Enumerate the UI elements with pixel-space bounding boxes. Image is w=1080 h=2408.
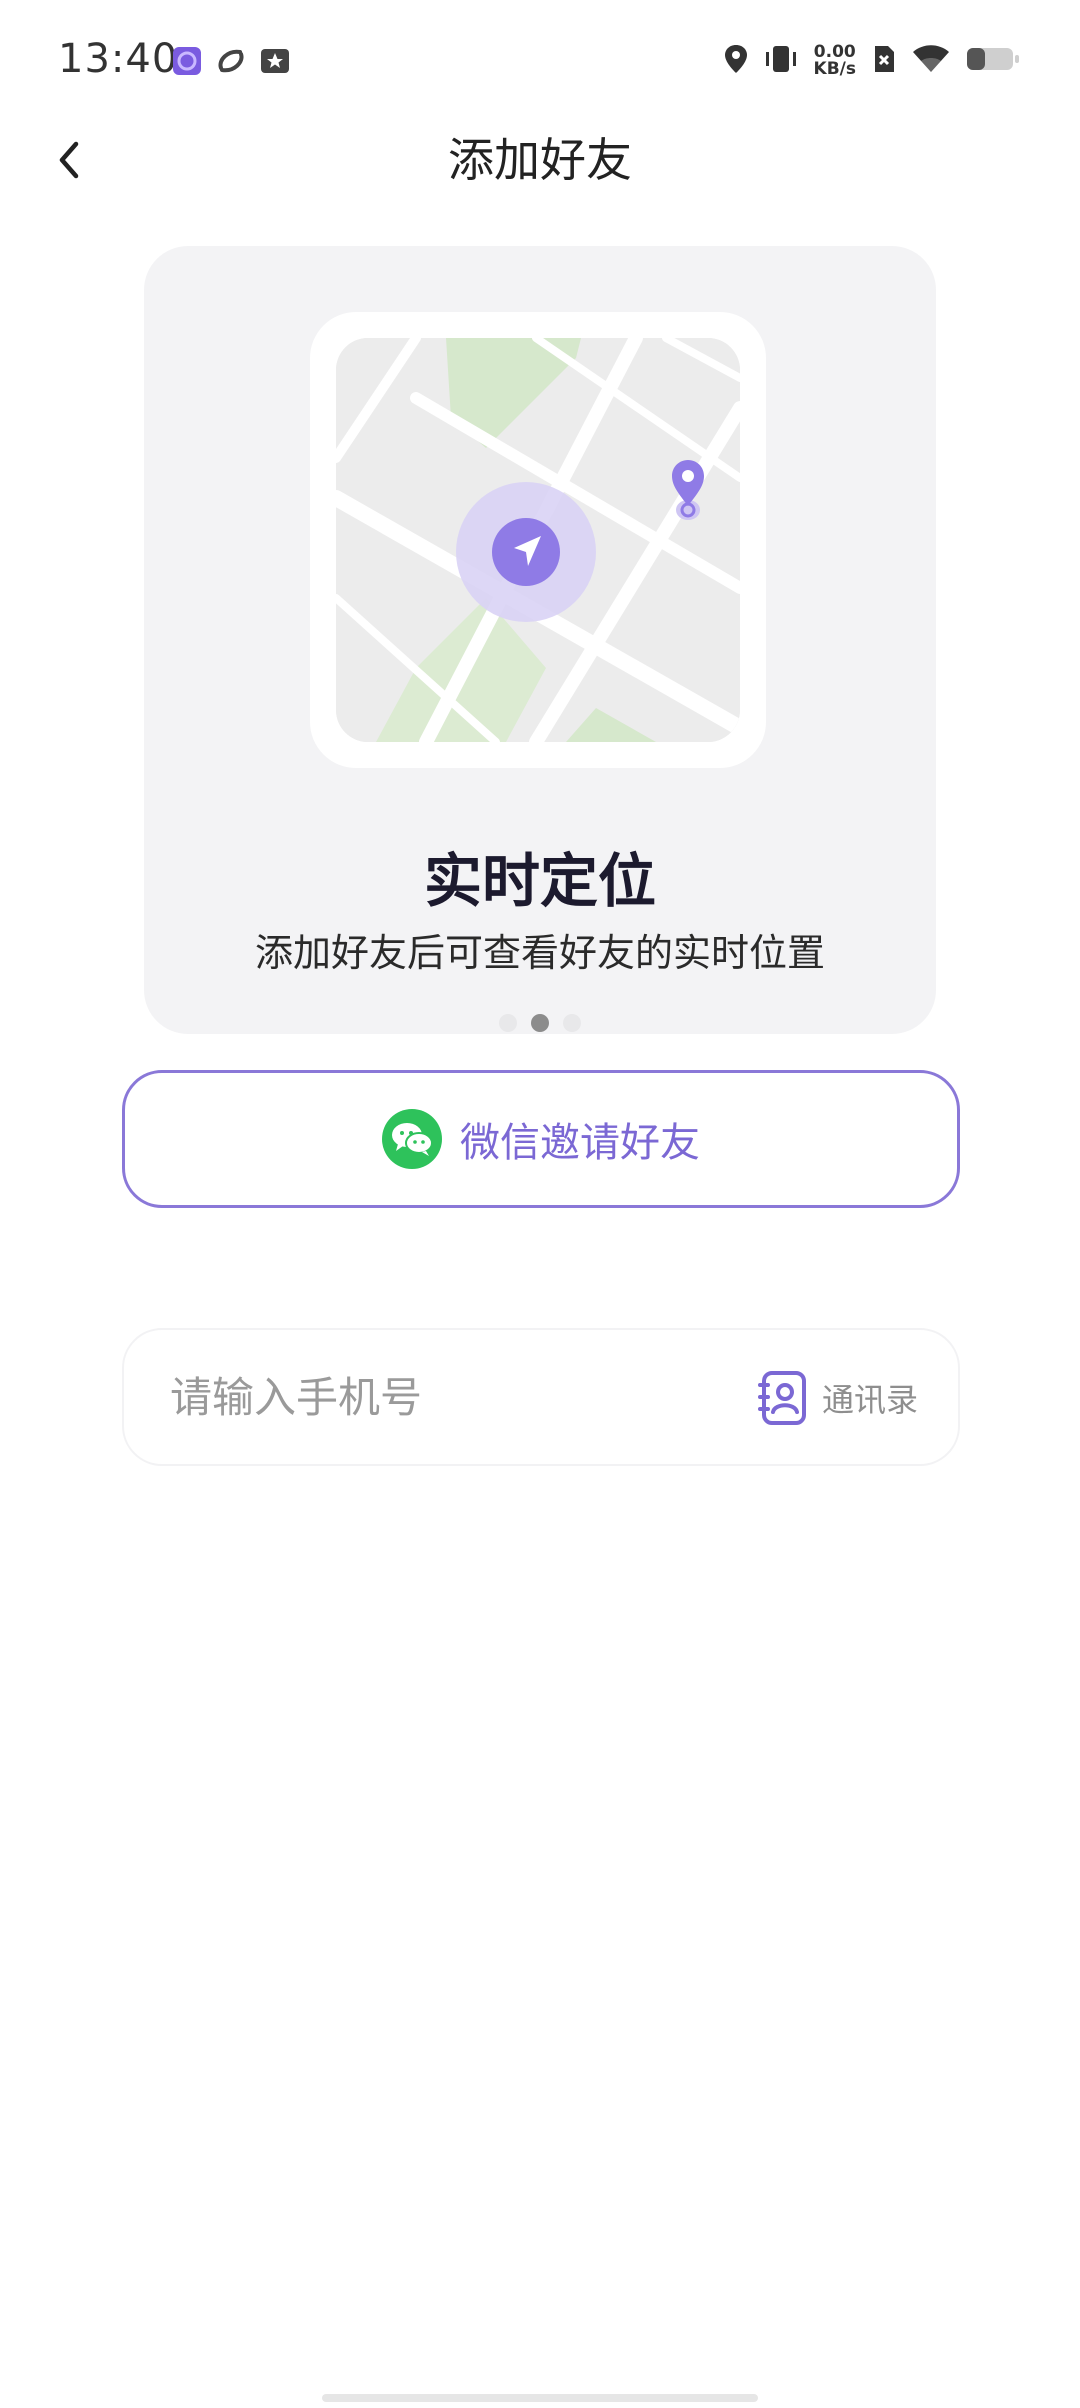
map-illustration — [336, 338, 740, 742]
sync-icon — [216, 46, 246, 76]
vibrate-icon — [764, 44, 798, 78]
app-notification-icon — [172, 46, 202, 76]
back-button[interactable] — [38, 128, 102, 192]
carousel-dot[interactable] — [499, 1014, 517, 1032]
slide-description: 添加好友后可查看好友的实时位置 — [254, 931, 825, 975]
contacts-book-icon — [757, 1371, 806, 1425]
slide-title: 实时定位 — [423, 847, 656, 915]
status-bar: 13:40 0.00 KB/s — [0, 0, 1080, 130]
carousel-dot[interactable] — [563, 1014, 581, 1032]
location-pin-icon — [672, 460, 704, 520]
contacts-label: 通讯录 — [821, 1381, 918, 1419]
chevron-left-icon — [59, 141, 79, 179]
carousel-indicator — [144, 1014, 936, 1032]
system-icons: 0.00 KB/s — [724, 44, 1020, 78]
carousel-dot-active[interactable] — [531, 1014, 549, 1032]
wechat-invite-button[interactable]: 微信邀请好友 — [122, 1070, 960, 1208]
net-speed: 0.00 KB/s — [814, 44, 856, 78]
feature-carousel[interactable]: 实时定位 添加好友后可查看好友的实时位置 — [144, 246, 936, 1034]
map-illustration-frame — [310, 312, 766, 768]
notification-icons — [172, 46, 290, 76]
no-sim-icon — [872, 44, 896, 78]
net-speed-unit: KB/s — [813, 59, 856, 79]
star-notification-icon — [260, 46, 290, 76]
wifi-icon — [912, 44, 950, 78]
home-indicator[interactable] — [322, 2394, 758, 2402]
battery-icon — [966, 44, 1020, 78]
phone-input-container: 通讯录 — [122, 1328, 960, 1466]
status-time: 13:40 — [58, 36, 179, 82]
contacts-button[interactable]: 通讯录 — [757, 1368, 918, 1428]
location-icon — [724, 44, 748, 78]
wechat-invite-label: 微信邀请好友 — [460, 1120, 700, 1166]
phone-number-input[interactable] — [168, 1330, 708, 1464]
page-title: 添加好友 — [448, 133, 632, 187]
wechat-icon — [382, 1109, 442, 1169]
